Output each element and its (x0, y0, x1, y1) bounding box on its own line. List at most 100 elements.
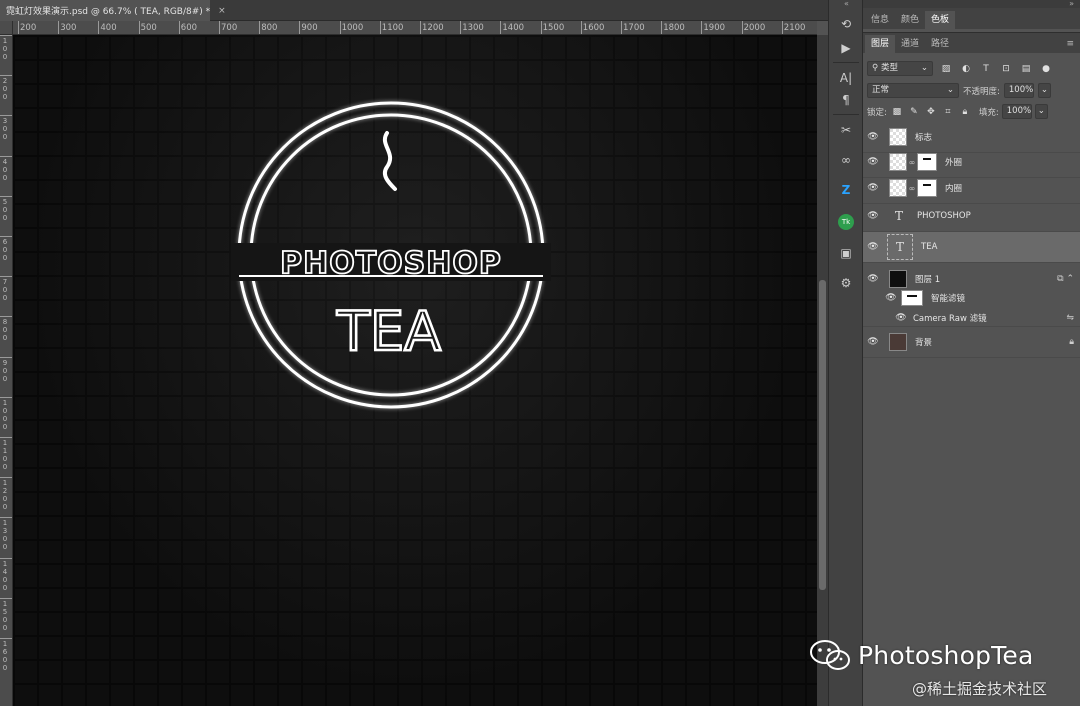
layer-name: 内圈 (945, 184, 963, 194)
ruler-label: 300 (60, 23, 77, 33)
fill-input[interactable]: 100% (1001, 104, 1032, 119)
ruler-label: 1500 (542, 23, 565, 33)
ruler-corner (0, 21, 13, 35)
play-action-icon[interactable]: ▶ (836, 38, 856, 58)
layer-mask-thumbnail[interactable] (917, 179, 937, 197)
layer-row[interactable]: 👁︎ ∞ 内圈 (863, 173, 1080, 204)
filter-row[interactable]: 👁︎ Camera Raw 滤镜 ⇋ (863, 309, 1080, 327)
visibility-eye-icon[interactable]: 👁︎ (863, 132, 883, 142)
shape-filter-icon[interactable]: ⊡ (999, 64, 1013, 74)
blend-mode-select[interactable]: 正常 ⌄ (867, 83, 959, 98)
tools-icon[interactable]: ✂ (836, 120, 856, 140)
ruler-label: 1000 (341, 23, 364, 33)
ruler-label: 200 (2, 77, 8, 102)
history-icon[interactable]: ⟲ (836, 14, 856, 34)
canvas-scrollbar[interactable] (817, 35, 828, 706)
layer-mask-thumbnail[interactable] (917, 153, 937, 171)
opacity-dropdown-icon[interactable]: ⌄ (1037, 83, 1051, 98)
layer-thumbnail (889, 179, 907, 197)
panel-menu-icon[interactable]: ≡ (1066, 35, 1074, 53)
visibility-eye-icon[interactable]: 👁︎ (863, 274, 883, 284)
ruler-mark (18, 21, 19, 34)
ruler-mark (0, 356, 12, 358)
tk-plugin-icon[interactable]: Tk (836, 212, 856, 232)
tab-layers[interactable]: 图层 (865, 35, 896, 53)
tab-channels[interactable]: 通道 (895, 35, 925, 53)
fill-dropdown-icon[interactable]: ⌄ (1034, 104, 1048, 119)
document-tab-title: 霓虹灯效果演示.psd @ 66.7% ( TEA, RGB/8#) * (6, 7, 211, 17)
layer-row-selected[interactable]: 👁︎ T TEA (863, 232, 1080, 263)
ruler-label: 1000 (2, 398, 8, 431)
visibility-eye-icon[interactable]: 👁︎ (863, 157, 883, 167)
opacity-input[interactable]: 100% (1003, 83, 1034, 98)
ruler-label: 700 (221, 23, 238, 33)
smart-object-filter-icon[interactable]: ▤ (1019, 64, 1033, 74)
visibility-eye-icon[interactable]: 👁︎ (863, 183, 883, 193)
type-filter-icon[interactable]: T (979, 64, 993, 74)
ruler-mark (701, 21, 703, 34)
adjustment-filter-icon[interactable]: ◐ (959, 64, 973, 74)
ruler-mark (0, 557, 12, 559)
ruler-label: 1700 (623, 23, 645, 33)
link-icon[interactable]: ∞ (836, 150, 856, 170)
visibility-eye-icon[interactable]: 👁︎ (895, 313, 907, 323)
neon-logo: PHOTOSHOP TEA (231, 101, 551, 409)
collapse-panels-icon[interactable]: » (863, 0, 1080, 8)
visibility-eye-icon[interactable]: 👁︎ (863, 242, 883, 252)
z-plugin-icon[interactable]: Z (836, 180, 856, 200)
layer-row[interactable]: 👁︎ T PHOTOSHOP (863, 201, 1080, 232)
ruler-mark (661, 21, 663, 34)
tab-info[interactable]: 信息 (865, 11, 895, 29)
ruler-label: 900 (2, 358, 8, 383)
smart-filter-mask[interactable] (901, 290, 923, 306)
layer-row[interactable]: 👁︎ 背景 🔒︎ (863, 327, 1080, 358)
visibility-eye-icon[interactable]: 👁︎ (863, 211, 883, 221)
layers-channels-paths-tabs: 图层 通道 路径 ≡ (863, 32, 1080, 53)
ruler-label: 600 (2, 238, 8, 262)
pixel-filter-icon[interactable]: ▨ (939, 64, 953, 74)
layer-name: 标志 (915, 133, 933, 143)
ruler-label: 1600 (2, 640, 8, 672)
layer-thumbnail (889, 333, 907, 351)
visibility-eye-icon[interactable]: 👁︎ (863, 337, 883, 347)
lock-all-icon[interactable]: 🔒︎ (958, 107, 972, 117)
ruler-mark (500, 21, 502, 34)
filter-kind-select[interactable]: ⚲ 类型 ⌄ (867, 61, 933, 76)
library-icon[interactable]: ▣ (836, 243, 856, 263)
character-icon[interactable]: A| (836, 68, 856, 88)
visibility-eye-icon[interactable]: 👁︎ (881, 293, 901, 303)
ruler-mark (0, 517, 12, 519)
paragraph-icon[interactable]: ¶ (836, 90, 856, 110)
ruler-label: 600 (180, 23, 198, 33)
ruler-label: 1900 (703, 23, 726, 33)
filter-options-icon[interactable]: ⇋ (1066, 313, 1074, 323)
lock-transparent-icon[interactable]: ▩ (890, 107, 904, 117)
info-color-swatches-tabs: 信息 颜色 色板 (863, 8, 1080, 29)
ruler-mark (0, 155, 12, 157)
ruler-mark (0, 638, 12, 639)
ruler-label: 800 (2, 318, 8, 343)
lock-icon: 🔒︎ (1069, 337, 1074, 347)
filter-toggle-icon[interactable]: ● (1039, 64, 1053, 74)
collapse-icon[interactable]: « (829, 0, 864, 8)
smart-filter-label: 智能滤镜 (931, 294, 966, 304)
lock-artboard-icon[interactable]: ⌗ (941, 107, 955, 117)
link-mask-icon[interactable]: ∞ (907, 158, 917, 167)
properties-icon[interactable]: ⚙ (836, 273, 856, 293)
canvas[interactable]: PHOTOSHOP TEA (13, 35, 817, 706)
document-tab[interactable]: 霓虹灯效果演示.psd @ 66.7% ( TEA, RGB/8#) * × (0, 0, 226, 21)
tab-paths[interactable]: 路径 (925, 35, 955, 53)
layer-filter-row: ⚲ 类型 ⌄ ▨ ◐ T ⊡ ▤ ● (863, 58, 1080, 79)
layer-name: PHOTOSHOP (917, 211, 971, 221)
tab-swatches[interactable]: 色板 (925, 11, 956, 29)
ruler-label: 700 (2, 278, 8, 303)
tab-color[interactable]: 颜色 (895, 11, 925, 29)
lock-image-icon[interactable]: ✎ (907, 107, 921, 117)
link-mask-icon[interactable]: ∞ (907, 184, 917, 193)
ruler-mark (379, 21, 381, 34)
ruler-mark (0, 115, 12, 117)
scrollbar-thumb[interactable] (819, 280, 826, 590)
smart-filter-row[interactable]: 👁︎ 智能滤镜 (863, 287, 1080, 309)
close-tab-icon[interactable]: × (218, 6, 226, 16)
lock-position-icon[interactable]: ✥ (924, 107, 938, 117)
